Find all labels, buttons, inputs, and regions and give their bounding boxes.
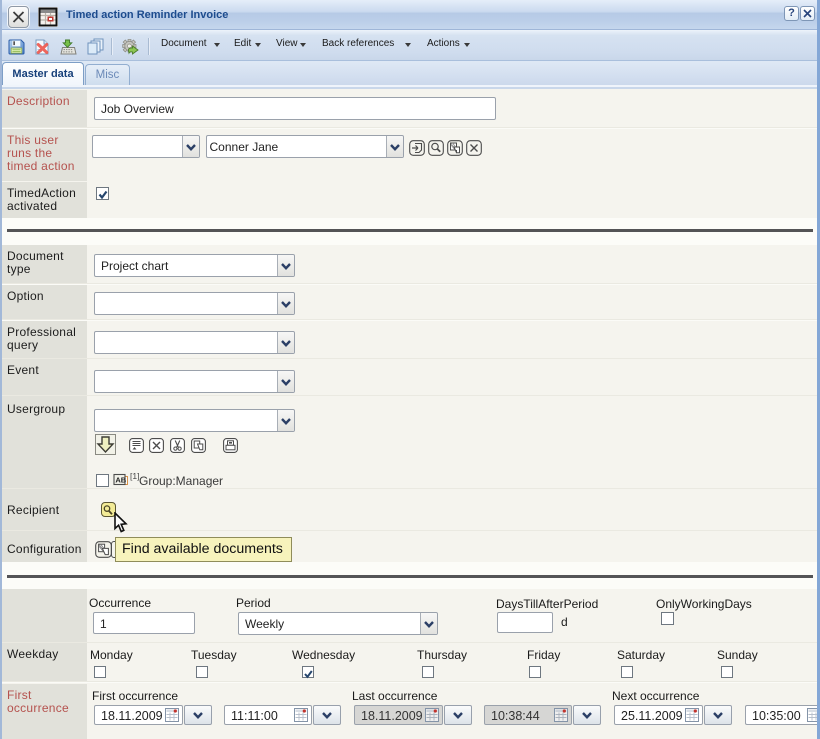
- svg-text:AB: AB: [115, 475, 126, 484]
